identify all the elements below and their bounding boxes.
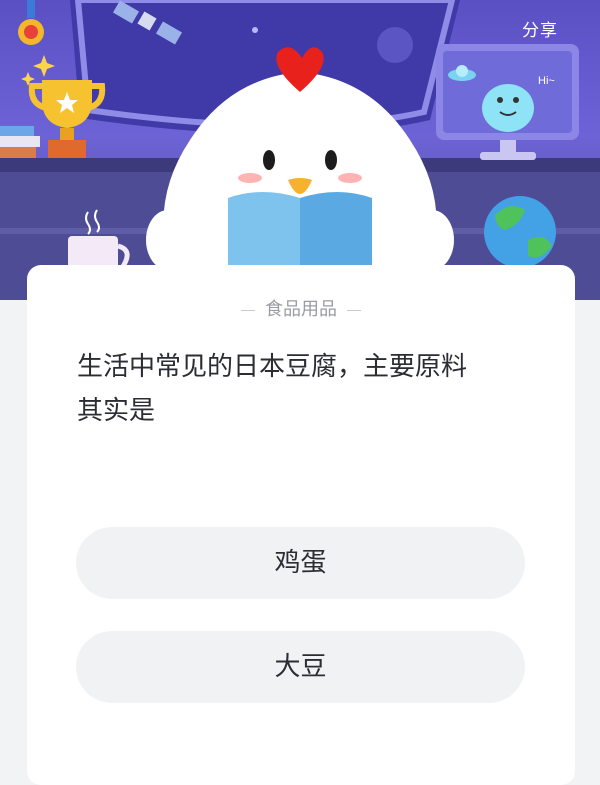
category-text: 食品用品	[265, 299, 337, 320]
share-button[interactable]: 分享	[522, 16, 558, 41]
header-illustration: Hi~ 分享	[0, 0, 600, 300]
category-label: 食品用品	[27, 295, 575, 321]
monitor-greeting: Hi~	[538, 75, 555, 87]
divider	[347, 309, 361, 311]
monitor-text-layer: Hi~	[538, 75, 555, 87]
answer-option-soybean[interactable]: 大豆	[76, 631, 525, 703]
answer-option-egg[interactable]: 鸡蛋	[76, 527, 525, 599]
quiz-card: 食品用品 生活中常见的日本豆腐，主要原料 其实是 鸡蛋 大豆	[27, 265, 575, 785]
question-line: 生活中常见的日本豆腐，主要原料	[77, 352, 468, 382]
divider	[241, 309, 255, 311]
question-line: 其实是	[77, 396, 156, 426]
question-text: 生活中常见的日本豆腐，主要原料 其实是	[77, 345, 527, 433]
